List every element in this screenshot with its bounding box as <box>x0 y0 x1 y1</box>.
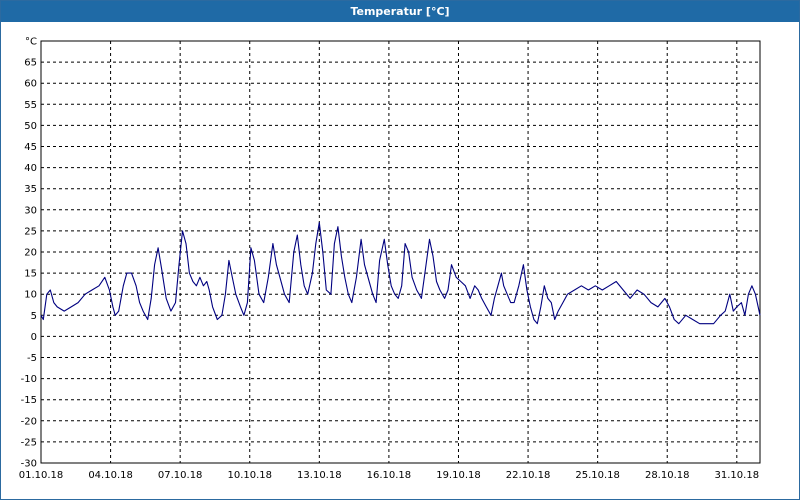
y-tick-label: 60 <box>24 79 37 90</box>
y-tick-label: 25 <box>24 226 37 237</box>
y-tick-label: 30 <box>24 205 37 216</box>
x-tick-label: 28.10.18 <box>645 470 690 481</box>
y-tick-label: -15 <box>21 395 37 406</box>
y-tick-label: 55 <box>24 100 37 111</box>
y-unit-label: °C <box>25 37 37 48</box>
temperature-line-chart: 65605550454035302520151050-5-10-15-20-25… <box>19 37 761 481</box>
y-tick-label: 15 <box>24 269 37 280</box>
x-tick-label: 22.10.18 <box>506 470 551 481</box>
y-tick-label: -30 <box>21 459 37 470</box>
x-tick-label: 07.10.18 <box>158 470 203 481</box>
temperature-series-line <box>40 221 761 325</box>
y-tick-label: 35 <box>24 184 37 195</box>
series <box>40 221 761 325</box>
x-tick-label: 19.10.18 <box>436 470 481 481</box>
x-tick-label: 01.10.18 <box>19 470 64 481</box>
y-tick-label: -20 <box>21 416 37 427</box>
chart-window: Temperatur [°C] 65 60 55 50 45 40 35 30 25 20 15 10… <box>0 0 800 500</box>
plot-frame <box>40 40 761 464</box>
y-tick-label: 5 <box>31 311 37 322</box>
grid-lines <box>41 41 760 463</box>
y-tick-label: 0 <box>31 332 37 343</box>
x-tick-label: 10.10.18 <box>227 470 272 481</box>
y-tick-label: 20 <box>24 248 37 259</box>
y-tick-label: 10 <box>24 290 37 301</box>
y-tick-label: -25 <box>21 437 37 448</box>
x-tick-label: 16.10.18 <box>367 470 412 481</box>
chart-title: Temperatur [°C] <box>1 1 799 22</box>
y-tick-label: -5 <box>27 353 37 364</box>
x-tick-label: 13.10.18 <box>297 470 342 481</box>
y-tick-label: 65 <box>24 58 37 69</box>
y-tick-label: 40 <box>24 163 37 174</box>
x-tick-label: 25.10.18 <box>575 470 620 481</box>
y-tick-label: 45 <box>24 142 37 153</box>
x-tick-label: 31.10.18 <box>715 470 760 481</box>
x-tick-label: 04.10.18 <box>88 470 133 481</box>
y-tick-label: 50 <box>24 121 37 132</box>
axes <box>40 40 761 464</box>
y-tick-label: -10 <box>21 374 37 385</box>
